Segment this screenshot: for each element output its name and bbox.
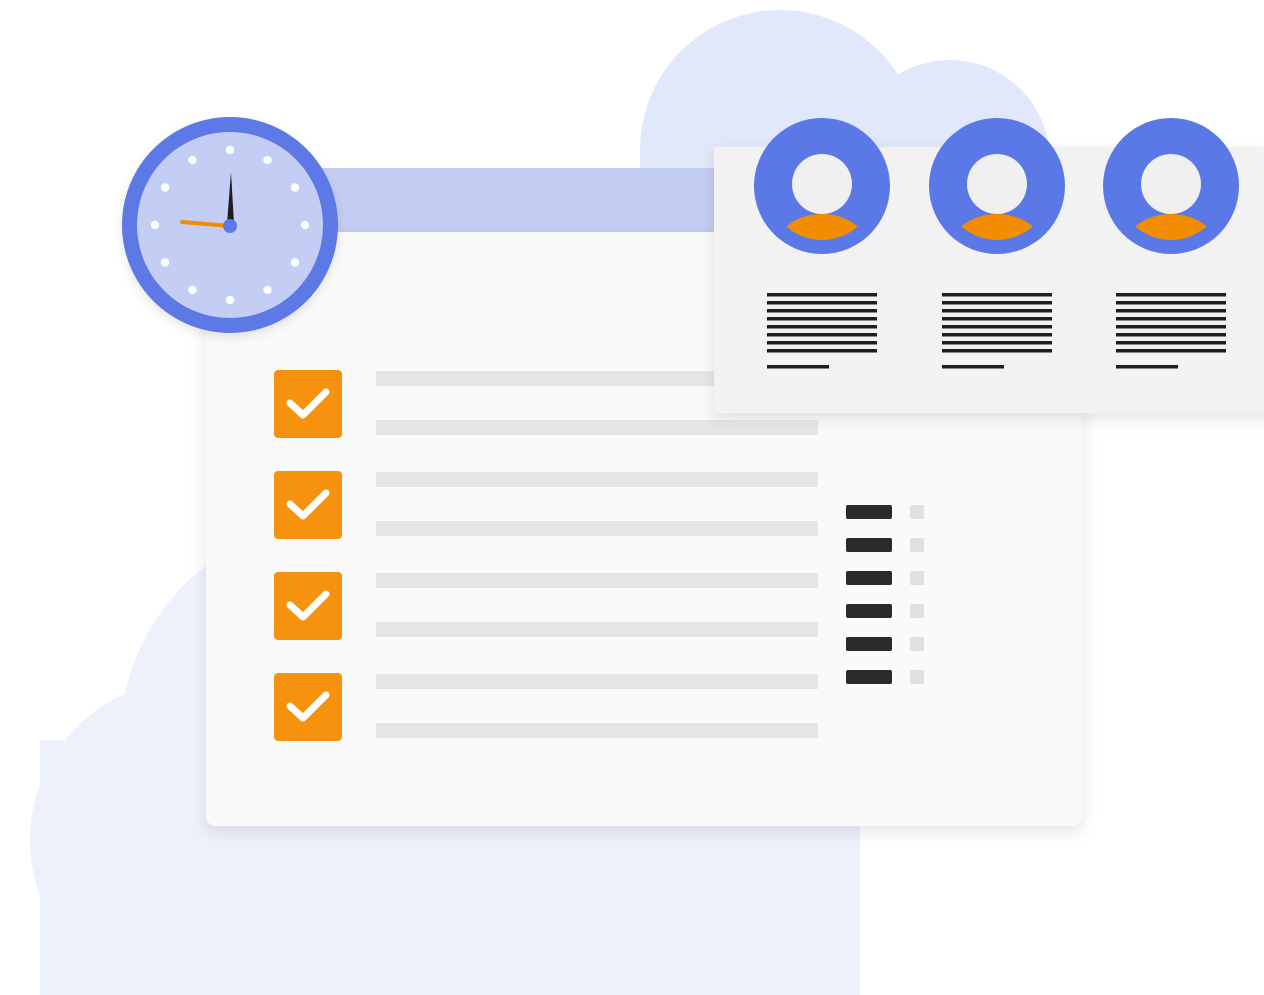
checkbox-checked-icon[interactable] [274, 572, 342, 640]
clock-dot [188, 285, 197, 295]
clock-dot [290, 183, 300, 192]
legend-bar [846, 670, 892, 684]
text-line-placeholder [376, 472, 818, 487]
legend-swatch [910, 505, 924, 519]
text-line-placeholder [376, 723, 818, 738]
legend-swatch [910, 538, 924, 552]
legend-bar [846, 571, 892, 585]
clock-dot [160, 258, 170, 267]
checkbox-checked-icon[interactable] [274, 370, 342, 438]
text-line-placeholder [376, 420, 818, 435]
legend-swatch [910, 571, 924, 585]
clock-dot [290, 258, 300, 267]
clock-dot [225, 145, 235, 155]
text-line-placeholder [376, 521, 818, 536]
clock-dot [300, 220, 310, 230]
legend-bar [846, 637, 892, 651]
text-line-placeholder [376, 573, 818, 588]
legend-swatch [910, 637, 924, 651]
checkbox-checked-icon[interactable] [274, 471, 342, 539]
legend-bar [846, 505, 892, 519]
illustration-canvas [0, 0, 1264, 995]
clock-dot [263, 285, 272, 295]
clock-dot [160, 183, 170, 192]
clock-dot [263, 155, 272, 165]
checkbox-checked-icon[interactable] [274, 673, 342, 741]
text-line-placeholder [376, 622, 818, 637]
text-line-placeholder [376, 674, 818, 689]
clock-dot [150, 220, 160, 230]
legend-bar [846, 604, 892, 618]
clock-center [223, 219, 237, 233]
clock-dot [188, 155, 197, 165]
clock-dot [225, 295, 235, 305]
illustration-svg [30, 10, 1264, 995]
legend-swatch [910, 604, 924, 618]
legend-swatch [910, 670, 924, 684]
legend-bar [846, 538, 892, 552]
